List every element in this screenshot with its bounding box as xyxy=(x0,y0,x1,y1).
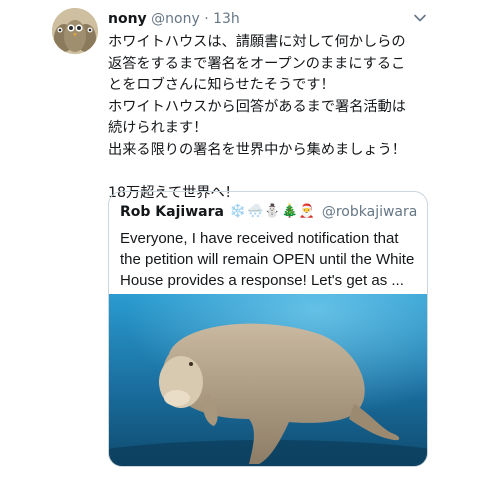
tweet-line: ホワイトハウスから回答があるまで署名活動は xyxy=(108,98,406,115)
chevron-down-icon[interactable] xyxy=(412,10,428,26)
owl-avatar-image xyxy=(52,8,98,54)
tweet-line: 出来る限りの署名を世界中から集めましょう！ xyxy=(108,141,406,158)
quoted-tweet-header: Rob Kajiwara ❄️🌨️⛄🎄🎅 @robkajiwara xyxy=(120,203,417,221)
avatar[interactable] xyxy=(52,8,98,54)
tweet-text: ホワイトハウスは、請願書に対して何かしらの 返答をするまで署名をオープンのままにす… xyxy=(108,32,438,204)
tweet-header: nony @nony · 13h xyxy=(108,10,240,28)
quoted-display-name: Rob Kajiwara xyxy=(120,204,224,220)
quoted-tweet-card[interactable]: Rob Kajiwara ❄️🌨️⛄🎄🎅 @robkajiwara Everyo… xyxy=(108,191,428,467)
separator-dot: · xyxy=(204,11,209,27)
dugong-photo[interactable] xyxy=(109,294,427,467)
tweet-line: とをロブさんに知らせたそうです！ xyxy=(108,77,335,93)
tweet-line: ホワイトハウスは、請願書に対して何かしらの xyxy=(108,34,406,50)
quoted-name-emojis: ❄️🌨️⛄🎄🎅 xyxy=(229,204,316,219)
display-name[interactable]: nony xyxy=(108,11,147,27)
quoted-user-handle: @robkajiwara xyxy=(321,204,418,220)
tweet[interactable]: nony @nony · 13h ホワイトハウスは、請願書に対して何かしらの 返答… xyxy=(0,0,480,480)
tweet-line: 返答をするまで署名をオープンのままにするこ xyxy=(108,55,406,72)
quoted-tweet-text: Everyone, I have received notification t… xyxy=(120,230,415,289)
user-handle[interactable]: @nony xyxy=(151,11,200,27)
timestamp[interactable]: 13h xyxy=(213,11,240,27)
tweet-line: 続けられます！ xyxy=(108,120,208,136)
